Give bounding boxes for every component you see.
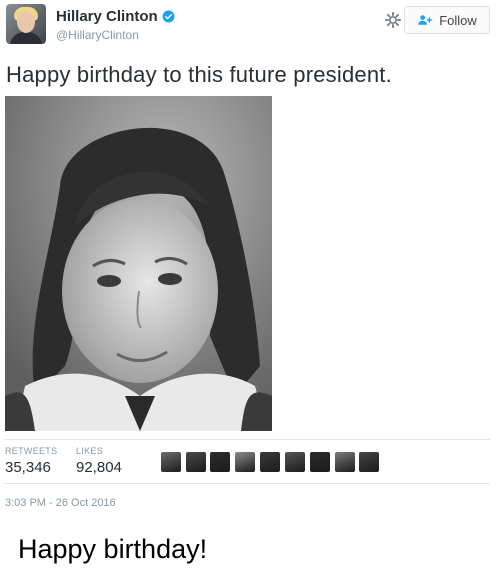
liker-avatar[interactable] — [161, 452, 181, 472]
verified-badge-icon — [162, 10, 175, 23]
add-user-icon — [418, 15, 433, 25]
childhood-portrait-photo — [5, 96, 272, 431]
tweet-text: Happy birthday to this future president. — [6, 62, 392, 87]
retweets-count[interactable]: 35,346 — [5, 459, 51, 476]
liker-avatar[interactable] — [310, 452, 330, 472]
tweet-timestamp[interactable]: 3:03 PM - 26 Oct 2016 — [5, 497, 116, 509]
liker-avatar[interactable] — [359, 452, 379, 472]
divider-bottom — [5, 483, 490, 484]
follow-button[interactable]: Follow — [404, 6, 490, 34]
liker-avatar[interactable] — [210, 452, 230, 472]
liker-avatar[interactable] — [285, 452, 305, 472]
liker-avatar[interactable] — [235, 452, 255, 472]
likes-label: LIKES — [76, 446, 104, 456]
liker-avatar[interactable] — [186, 452, 206, 472]
tweet-card: Hillary Clinton @HillaryClinton Follow H… — [0, 0, 500, 578]
user-name[interactable]: Hillary Clinton — [56, 8, 158, 25]
gear-icon[interactable] — [384, 11, 402, 29]
user-name-row: Hillary Clinton — [56, 8, 175, 25]
user-handle[interactable]: @HillaryClinton — [56, 28, 139, 42]
avatar[interactable] — [6, 4, 46, 44]
liker-avatar[interactable] — [260, 452, 280, 472]
liker-avatar[interactable] — [335, 452, 355, 472]
retweets-label: RETWEETS — [5, 446, 58, 456]
divider-top — [5, 439, 490, 440]
meme-caption: Happy birthday! — [18, 534, 208, 564]
follow-label: Follow — [439, 12, 477, 28]
likes-count[interactable]: 92,804 — [76, 459, 122, 476]
tweet-photo[interactable] — [5, 96, 272, 431]
